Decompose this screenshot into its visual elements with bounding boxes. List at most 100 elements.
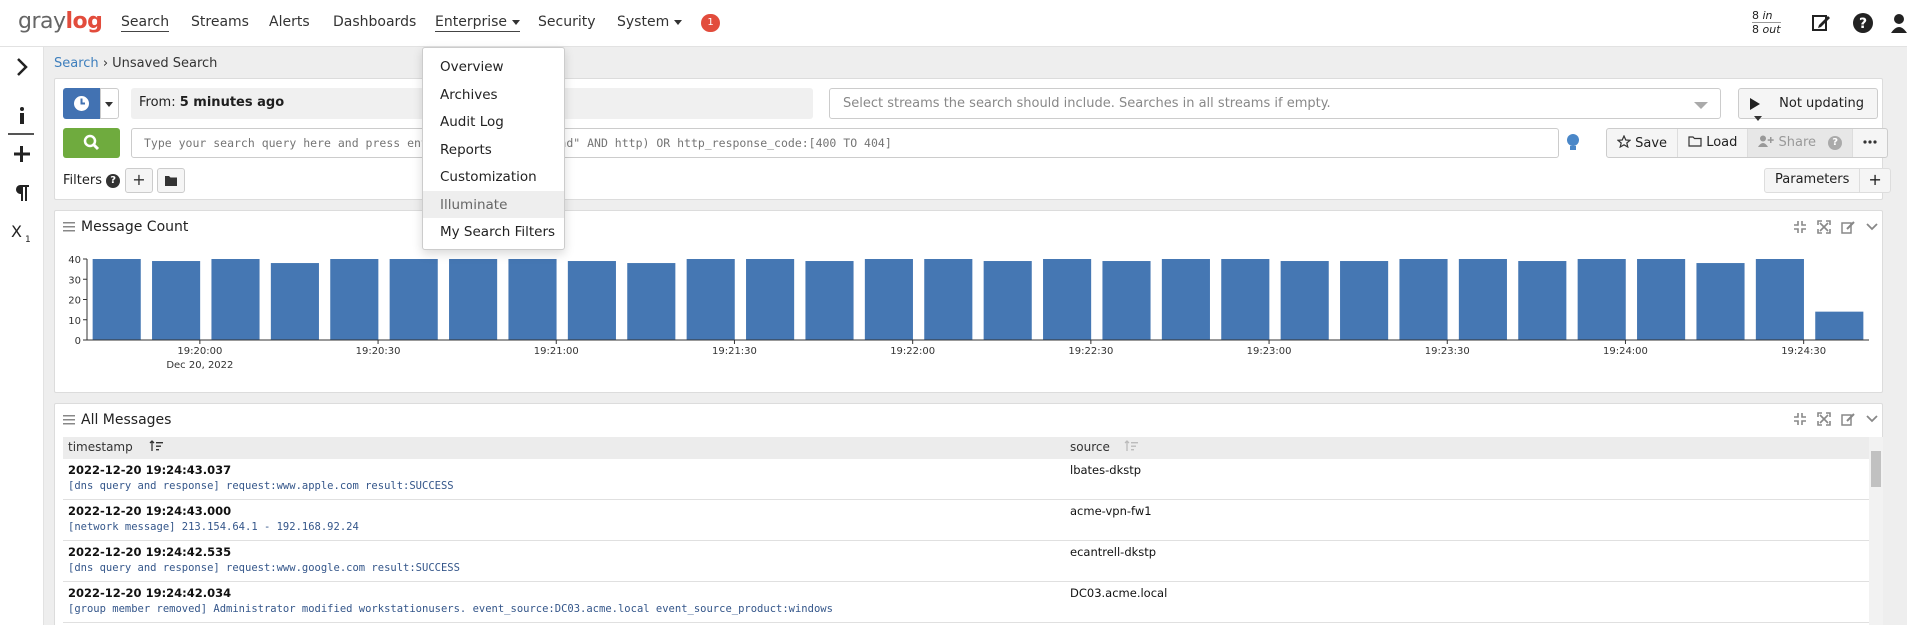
parameters-control[interactable]: Parameters + — [1764, 168, 1891, 193]
chevron-down-icon[interactable] — [1865, 412, 1879, 426]
chart-bar — [805, 261, 854, 340]
expand-icon[interactable] — [1817, 220, 1831, 234]
y-tick-label: 0 — [75, 336, 81, 347]
y-tick-label: 20 — [68, 296, 81, 307]
menu-item-my-search-filters[interactable]: My Search Filters — [423, 218, 564, 246]
help-icon[interactable]: ? — [106, 173, 121, 188]
nav-security[interactable]: Security — [538, 14, 596, 30]
message-count-title: Message Count — [63, 219, 188, 235]
chevron-down-icon[interactable] — [1865, 220, 1879, 234]
lightbulb-icon[interactable] — [1566, 133, 1580, 153]
logo-text-log: log — [65, 9, 103, 34]
column-header-source[interactable]: source — [1070, 440, 1138, 454]
row-source: DC03.acme.local — [1070, 586, 1168, 600]
more-actions-button[interactable] — [1853, 129, 1887, 157]
chart-bar — [686, 259, 735, 340]
menu-item-archives[interactable]: Archives — [423, 81, 564, 109]
paragraph-icon[interactable] — [10, 181, 34, 205]
table-row[interactable]: 2022-12-20 19:24:42.535 [dns query and r… — [63, 541, 1869, 582]
menu-item-overview[interactable]: Overview — [423, 53, 564, 81]
edit-icon[interactable] — [1841, 412, 1855, 426]
x-tick-label: 19:24:00 — [1603, 346, 1648, 357]
chart-bar — [389, 259, 438, 340]
add-filter-button[interactable]: + — [125, 168, 153, 193]
compress-icon[interactable] — [1793, 220, 1807, 234]
messages-scrollbar[interactable] — [1869, 437, 1883, 625]
time-range-dropdown-toggle[interactable] — [100, 88, 119, 119]
x-tick-label: 19:23:00 — [1247, 346, 1292, 357]
breadcrumb-separator: › — [102, 56, 109, 71]
svg-text:?: ? — [1859, 16, 1867, 32]
sort-icon[interactable] — [1124, 440, 1138, 452]
chart-bar — [1161, 259, 1210, 340]
load-filter-button[interactable] — [157, 168, 185, 193]
nav-enterprise[interactable]: Enterprise — [435, 14, 521, 32]
menu-item-illuminate[interactable]: Illuminate — [423, 190, 564, 218]
throughput-out-label: out — [1762, 23, 1781, 36]
search-query-input[interactable] — [131, 128, 1559, 158]
sort-icon[interactable] — [149, 440, 163, 452]
x-tick-label: 19:23:30 — [1425, 346, 1470, 357]
nav-streams[interactable]: Streams — [191, 14, 249, 30]
ellipsis-icon — [1863, 140, 1877, 144]
x-tick-label: 19:21:00 — [534, 346, 579, 357]
refresh-control[interactable]: Not updating — [1738, 88, 1878, 121]
streams-select[interactable]: Select streams the search should include… — [829, 88, 1721, 119]
add-parameter-button[interactable]: + — [1859, 169, 1889, 192]
table-row[interactable]: 2022-12-20 19:24:43.037 [dns query and r… — [63, 459, 1869, 500]
breadcrumb-current: Unsaved Search — [112, 56, 218, 71]
info-icon[interactable] — [10, 104, 34, 128]
drag-handle-icon[interactable] — [63, 222, 75, 232]
nav-system-label: System — [617, 14, 670, 30]
chevron-down-icon — [512, 19, 521, 25]
row-source: acme-vpn-fw1 — [1070, 504, 1152, 518]
throughput-indicator[interactable]: 8 in 8 out — [1752, 9, 1781, 36]
compress-icon[interactable] — [1793, 412, 1807, 426]
share-search-button[interactable]: Share ? — [1748, 129, 1854, 157]
scrollbar-thumb[interactable] — [1871, 451, 1881, 487]
plus-icon[interactable] — [10, 142, 34, 166]
nav-alerts[interactable]: Alerts — [269, 14, 310, 30]
table-row[interactable]: 2022-12-20 19:24:43.000 [network message… — [63, 500, 1869, 541]
help-icon: ? — [1828, 135, 1843, 150]
clock-icon — [74, 96, 89, 111]
user-icon[interactable] — [1891, 12, 1907, 34]
chart-bar — [1637, 259, 1686, 340]
chart-bar — [1043, 259, 1092, 340]
chart-bar — [1221, 259, 1270, 340]
breadcrumb-search-link[interactable]: Search — [54, 56, 99, 71]
chart-bar — [508, 259, 557, 340]
edit-icon[interactable] — [1841, 220, 1855, 234]
throughput-out-value: 8 — [1752, 23, 1759, 36]
chart-bar — [92, 259, 141, 340]
nav-search[interactable]: Search — [121, 14, 170, 32]
all-messages-actions — [1793, 412, 1879, 426]
chart-bar — [1518, 261, 1567, 340]
chevron-down-icon — [105, 102, 113, 107]
menu-item-reports[interactable]: Reports — [423, 136, 564, 164]
row-source: ecantrell-dkstp — [1070, 545, 1157, 559]
chart-bar — [270, 263, 319, 340]
nav-dashboards[interactable]: Dashboards — [333, 14, 416, 30]
nav-enterprise-label: Enterprise — [435, 14, 508, 30]
drag-handle-icon[interactable] — [63, 415, 75, 425]
expand-icon[interactable] — [1817, 412, 1831, 426]
help-icon[interactable]: ? — [1852, 12, 1874, 34]
save-search-button[interactable]: Save — [1607, 129, 1679, 157]
time-range-picker-button[interactable] — [63, 88, 100, 119]
subscript-icon[interactable]: X1 — [10, 220, 34, 244]
table-row[interactable]: 2022-12-20 19:24:42.034 [group member re… — [63, 582, 1869, 623]
parameters-label: Parameters — [1775, 172, 1850, 187]
notification-badge[interactable]: 1 — [701, 14, 720, 32]
edit-icon[interactable] — [1810, 12, 1832, 34]
load-search-button[interactable]: Load — [1678, 129, 1749, 157]
nav-system[interactable]: System — [617, 14, 683, 30]
menu-item-customization[interactable]: Customization — [423, 163, 564, 191]
column-header-timestamp[interactable]: timestamp — [68, 440, 163, 454]
x-tick-label: 19:22:00 — [890, 346, 935, 357]
menu-item-audit-log[interactable]: Audit Log — [423, 108, 564, 136]
graylog-logo[interactable]: graylog — [18, 9, 103, 34]
chevron-down-icon — [1754, 116, 1762, 121]
chevron-right-icon[interactable] — [10, 55, 34, 79]
search-submit-button[interactable] — [63, 128, 120, 158]
